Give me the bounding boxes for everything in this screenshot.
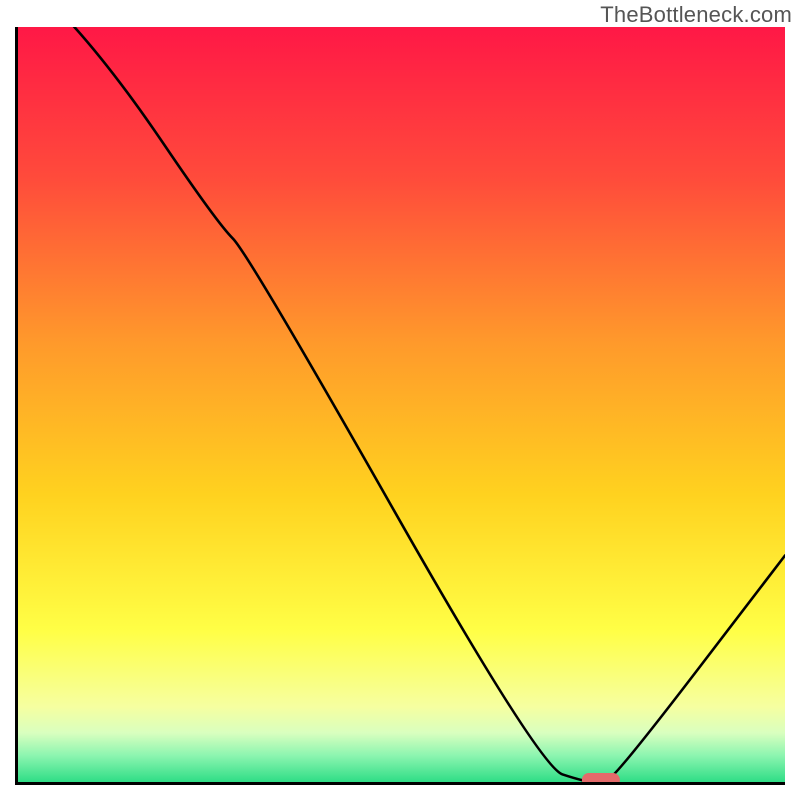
plot-area xyxy=(15,27,785,785)
watermark-text: TheBottleneck.com xyxy=(600,2,792,28)
x-axis xyxy=(15,782,785,785)
y-axis xyxy=(15,27,18,785)
optimal-marker xyxy=(15,27,785,785)
bottleneck-chart: TheBottleneck.com xyxy=(0,0,800,800)
